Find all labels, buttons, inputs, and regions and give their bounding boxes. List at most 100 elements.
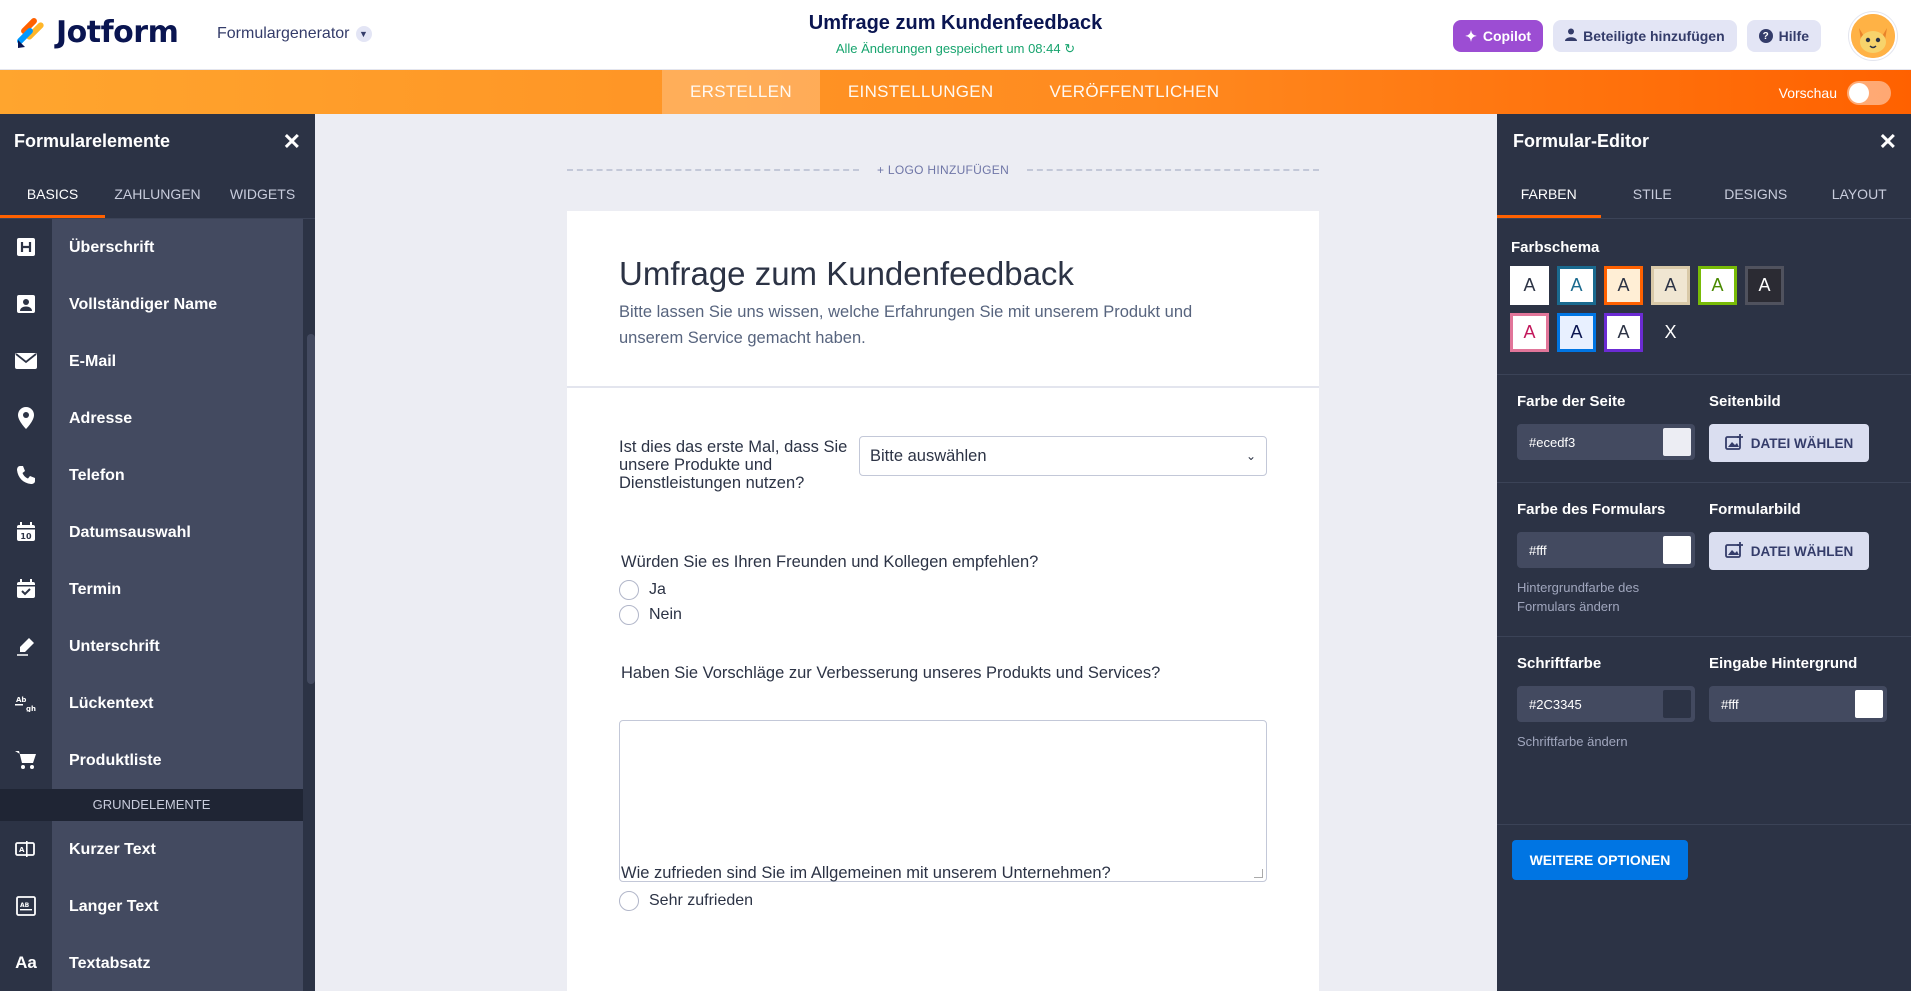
element-address[interactable]: Adresse xyxy=(0,389,315,447)
color-scheme-swatch[interactable]: A xyxy=(1557,266,1596,305)
page-image-choose-button[interactable]: DATEI WÄHLEN xyxy=(1709,424,1869,462)
element-label: Kurzer Text xyxy=(52,820,303,878)
page-color-value: #ecedf3 xyxy=(1529,434,1576,450)
preview-toggle[interactable] xyxy=(1847,81,1891,105)
radio-option-nein[interactable]: Nein xyxy=(619,605,682,625)
question-recommend-label[interactable]: Würden Sie es Ihren Freunden und Kollege… xyxy=(621,553,1038,572)
element-appointment[interactable]: Termin xyxy=(0,560,315,618)
font-color-input[interactable]: #2C3345 xyxy=(1517,686,1695,722)
choose-file-label: DATEI WÄHLEN xyxy=(1750,543,1854,559)
radio-option-very-satisfied[interactable]: Sehr zufrieden xyxy=(619,891,753,911)
color-scheme-swatch[interactable]: A xyxy=(1510,313,1549,352)
color-swatch[interactable] xyxy=(1663,536,1691,564)
add-participants-button[interactable]: Beteiligte hinzufügen xyxy=(1553,20,1737,52)
divider xyxy=(1027,169,1319,171)
tab-einstellungen[interactable]: EINSTELLUNGEN xyxy=(820,70,1022,114)
form-heading[interactable]: Umfrage zum Kundenfeedback xyxy=(619,255,1267,293)
color-swatch[interactable] xyxy=(1663,428,1691,456)
color-scheme-swatch[interactable]: A xyxy=(1604,266,1643,305)
question-first-time[interactable]: Ist dies das erste Mal, dass Sie unsere … xyxy=(619,436,1269,492)
form-color-input[interactable]: #fff xyxy=(1517,532,1695,568)
color-swatch[interactable] xyxy=(1663,690,1691,718)
sparkle-icon: ✦ xyxy=(1465,27,1477,44)
calendar-check-icon xyxy=(0,560,52,618)
tab-stile[interactable]: STILE xyxy=(1601,169,1705,218)
color-scheme-swatch[interactable]: A xyxy=(1604,313,1643,352)
color-scheme-swatch[interactable]: A xyxy=(1557,313,1596,352)
color-swatch[interactable] xyxy=(1855,690,1883,718)
preview-label: Vorschau xyxy=(1778,85,1837,101)
select-placeholder: Bitte auswählen xyxy=(870,446,987,465)
suggestions-textarea[interactable] xyxy=(619,720,1267,882)
color-scheme-swatch[interactable]: A xyxy=(1698,266,1737,305)
svg-text:A: A xyxy=(19,846,25,854)
copilot-button[interactable]: ✦ Copilot xyxy=(1453,20,1544,52)
add-logo-button[interactable]: + LOGO HINZUFÜGEN xyxy=(877,163,1009,177)
color-scheme-swatch[interactable]: X xyxy=(1651,313,1690,352)
svg-text:10: 10 xyxy=(20,532,32,541)
element-label: Lückentext xyxy=(52,674,303,732)
element-email[interactable]: E-Mail xyxy=(0,332,315,390)
page-color-block: Farbe der Seite #ecedf3 Seitenbild DATEI… xyxy=(1497,374,1911,482)
page-image-label: Seitenbild xyxy=(1709,393,1781,410)
form-description[interactable]: Bitte lassen Sie uns wissen, welche Erfa… xyxy=(619,299,1239,351)
tab-layout[interactable]: LAYOUT xyxy=(1808,169,1911,218)
font-color-hint: Schriftfarbe ändern xyxy=(1517,734,1628,749)
element-signature[interactable]: Unterschrift xyxy=(0,617,315,675)
page-color-input[interactable]: #ecedf3 xyxy=(1517,424,1695,460)
element-datepicker[interactable]: 10 Datumsauswahl xyxy=(0,503,315,561)
builder-navbar: ERSTELLEN EINSTELLUNGEN VERÖFFENTLICHEN … xyxy=(0,70,1911,114)
svg-text:gh: gh xyxy=(26,705,36,712)
tab-basics[interactable]: BASICS xyxy=(0,169,105,218)
help-button[interactable]: ? Hilfe xyxy=(1746,20,1821,52)
element-fill-blank[interactable]: Ab gh Lückentext xyxy=(0,674,315,732)
form-header[interactable]: Umfrage zum Kundenfeedback Bitte lassen … xyxy=(567,211,1319,388)
form-editor-panel: Formular-Editor ✕ FARBEN STILE DESIGNS L… xyxy=(1497,114,1911,991)
element-long-text[interactable]: AB Langer Text xyxy=(0,877,315,935)
tab-zahlungen[interactable]: ZAHLUNGEN xyxy=(105,169,210,218)
cat-avatar-icon xyxy=(1851,14,1895,58)
element-product-list[interactable]: Produktliste xyxy=(0,731,315,789)
tab-widgets[interactable]: WIDGETS xyxy=(210,169,315,218)
envelope-icon xyxy=(0,332,52,390)
element-heading[interactable]: Überschrift xyxy=(0,218,315,276)
close-icon[interactable]: ✕ xyxy=(283,129,301,155)
short-text-icon: A xyxy=(0,820,52,878)
radio-button[interactable] xyxy=(619,580,639,600)
fill-blank-icon: Ab gh xyxy=(0,674,52,732)
tab-designs[interactable]: DESIGNS xyxy=(1704,169,1808,218)
font-color-block: Schriftfarbe #2C3345 Schriftfarbe ändern… xyxy=(1497,636,1911,771)
question-label: Ist dies das erste Mal, dass Sie unsere … xyxy=(619,438,848,492)
close-icon[interactable]: ✕ xyxy=(1879,129,1897,155)
svg-text:Ab: Ab xyxy=(16,696,26,704)
radio-button[interactable] xyxy=(619,605,639,625)
tab-farben[interactable]: FARBEN xyxy=(1497,169,1601,218)
color-scheme-swatch[interactable]: A xyxy=(1745,266,1784,305)
input-bg-input[interactable]: #fff xyxy=(1709,686,1887,722)
question-suggestions-label[interactable]: Haben Sie Vorschläge zur Verbesserung un… xyxy=(621,664,1160,683)
element-full-name[interactable]: Vollständiger Name xyxy=(0,275,315,333)
form-image-choose-button[interactable]: DATEI WÄHLEN xyxy=(1709,532,1869,570)
element-phone[interactable]: Telefon xyxy=(0,446,315,504)
panel-title: Formularelemente xyxy=(14,131,171,151)
radio-option-ja[interactable]: Ja xyxy=(619,580,666,600)
color-scheme-swatch[interactable]: A xyxy=(1651,266,1690,305)
select-dropdown[interactable]: Bitte auswählen ⌄ xyxy=(859,436,1267,476)
font-color-value: #2C3345 xyxy=(1529,696,1582,712)
element-short-text[interactable]: A Kurzer Text xyxy=(0,820,315,878)
radio-button[interactable] xyxy=(619,891,639,911)
tab-erstellen[interactable]: ERSTELLEN xyxy=(662,70,820,114)
question-icon: ? xyxy=(1758,29,1773,43)
radio-label: Ja xyxy=(649,581,666,598)
chevron-down-icon: ⌄ xyxy=(1245,449,1256,463)
tab-veroeffentlichen[interactable]: VERÖFFENTLICHEN xyxy=(1022,70,1248,114)
element-label: Datumsauswahl xyxy=(52,503,303,561)
scrollbar[interactable] xyxy=(307,334,315,684)
question-satisfaction-label[interactable]: Wie zufrieden sind Sie im Allgemeinen mi… xyxy=(621,864,1111,883)
element-label: Langer Text xyxy=(52,877,303,935)
avatar[interactable] xyxy=(1849,12,1897,60)
top-header: Jotform Formulargenerator ▼ Umfrage zum … xyxy=(0,0,1911,70)
color-scheme-swatch[interactable]: A xyxy=(1510,266,1549,305)
more-options-button[interactable]: WEITERE OPTIONEN xyxy=(1512,840,1688,880)
element-paragraph[interactable]: Aa Textabsatz xyxy=(0,934,315,991)
